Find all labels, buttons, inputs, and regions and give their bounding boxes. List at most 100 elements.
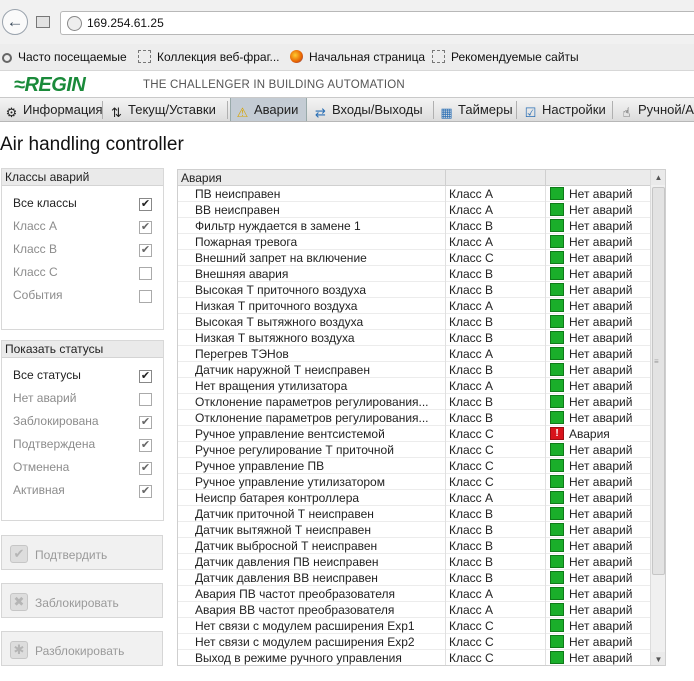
tab-settings[interactable]: ☑ Настройки	[519, 98, 611, 121]
table-row[interactable]: ВВ неисправен Класс А Нет аварий	[178, 202, 650, 218]
page-icon	[138, 50, 151, 63]
table-row[interactable]: Перегрев ТЭНов Класс А Нет аварий	[178, 346, 650, 362]
table-row[interactable]: Высокая Т вытяжного воздуха Класс В Нет ав…	[178, 314, 650, 330]
chart-icon: ⇅	[111, 105, 122, 120]
bookmark-webslices[interactable]: Коллекция веб-фраг...	[138, 50, 280, 64]
status-blocked-checkbox[interactable]: ✔	[139, 416, 152, 429]
table-row[interactable]: Ручное регулирование Т приточной Класс С Н…	[178, 442, 650, 458]
alarm-status: Нет аварий	[569, 459, 633, 473]
table-row[interactable]: Датчик давления ПВ неисправен Класс В Нет …	[178, 554, 650, 570]
block-button[interactable]: ✖ Заблокировать	[1, 583, 163, 618]
back-arrow-icon: ←	[6, 12, 24, 31]
table-row[interactable]: Выход в режиме ручного управления Класс С…	[178, 650, 650, 665]
page-title: Air handling controller	[0, 134, 184, 155]
table-row[interactable]: Фильтр нуждается в замене 1 Класс В Нет ав…	[178, 218, 650, 234]
ok-status-icon	[550, 331, 564, 344]
ok-status-icon	[550, 443, 564, 456]
table-row[interactable]: Неиспр батарея контроллера Класс А Нет ава…	[178, 490, 650, 506]
class-all-checkbox[interactable]: ✔	[139, 198, 152, 211]
ok-status-icon	[550, 571, 564, 584]
alarm-status: Нет аварий	[569, 363, 633, 377]
alarm-class: Класс А	[449, 603, 494, 617]
tab-values[interactable]: ⇅ Текущ/Уставки	[105, 98, 225, 121]
table-row[interactable]: Ручное управление утилизатором Класс С Нет…	[178, 474, 650, 490]
table-row[interactable]: Отклонение параметров регулирования... Кл…	[178, 410, 650, 426]
tab-manual[interactable]: ☝ Ручной/А	[615, 98, 694, 121]
table-row[interactable]: Датчик наружной Т неисправен Класс В Нет а…	[178, 362, 650, 378]
alarm-status: Нет аварий	[569, 251, 633, 265]
table-row[interactable]: Авария ВВ частот преобразователя Класс А Н…	[178, 602, 650, 618]
browser-toolbar: ← 169.254.61.25	[0, 0, 694, 44]
table-row[interactable]: Авария ПВ частот преобразователя Класс А Н…	[178, 586, 650, 602]
alarm-name: Низкая Т вытяжного воздуха	[195, 331, 355, 345]
alarm-name: Отклонение параметров регулирования...	[195, 411, 429, 425]
ok-status-icon	[550, 219, 564, 232]
tab-info[interactable]: ⚙ Информация	[0, 98, 103, 121]
tab-io[interactable]: ⇄ Входы/Выходы	[309, 98, 432, 121]
table-row[interactable]: Ручное управление ПВ Класс С Нет аварий	[178, 458, 650, 474]
class-c-checkbox[interactable]	[139, 267, 152, 280]
alarm-name: Нет вращения утилизатора	[195, 379, 348, 393]
unblock-icon: ✱	[10, 641, 28, 659]
calendar-icon: ▦	[440, 105, 453, 120]
back-button[interactable]: ←	[2, 9, 28, 35]
bookmark-frequent[interactable]: Часто посещаемые	[2, 50, 127, 64]
class-c-label: Класс С	[13, 265, 58, 279]
scroll-up-icon[interactable]: ▲	[651, 170, 665, 185]
alarm-name: Отклонение параметров регулирования...	[195, 395, 429, 409]
alarm-status: Нет аварий	[569, 603, 633, 617]
ok-status-icon	[550, 267, 564, 280]
table-row[interactable]: Нет связи с модулем расширения Exp2 Класс…	[178, 634, 650, 650]
bookmark-homepage[interactable]: Начальная страница	[290, 50, 425, 64]
table-row[interactable]: Датчик приточной Т неисправен Класс В Нет …	[178, 506, 650, 522]
ok-status-icon	[550, 539, 564, 552]
bookmark-recommended[interactable]: Рекомендуемые сайты	[432, 50, 579, 64]
table-row[interactable]: Датчик вытяжной Т неисправен Класс В Нет а…	[178, 522, 650, 538]
panel-title: Классы аварий	[2, 169, 163, 186]
status-cancelled-checkbox[interactable]: ✔	[139, 462, 152, 475]
table-row[interactable]: Ручное управление вентсистемой Класс С! Ав…	[178, 426, 650, 442]
status-active-checkbox[interactable]: ✔	[139, 485, 152, 498]
alarm-class: Класс В	[449, 411, 494, 425]
unblock-button[interactable]: ✱ Разблокировать	[1, 631, 163, 666]
table-row[interactable]: Низкая Т приточного воздуха Класс А Нет ав…	[178, 298, 650, 314]
table-row[interactable]: Пожарная тревога Класс А Нет аварий	[178, 234, 650, 250]
events-checkbox[interactable]	[139, 290, 152, 303]
alarm-status: Нет аварий	[569, 379, 633, 393]
alarm-status: Нет аварий	[569, 523, 633, 537]
table-row[interactable]: Нет связи с модулем расширения Exp1 Класс…	[178, 618, 650, 634]
table-row[interactable]: ПВ неисправен Класс А Нет аварий	[178, 186, 650, 202]
table-row[interactable]: Нет вращения утилизатора Класс А Нет авари…	[178, 378, 650, 394]
alarm-class: Класс С	[449, 475, 494, 489]
status-none-checkbox[interactable]	[139, 393, 152, 406]
alarm-class: Класс В	[449, 315, 494, 329]
address-bar[interactable]: 169.254.61.25	[60, 11, 694, 35]
table-row[interactable]: Внешняя авария Класс В Нет аварий	[178, 266, 650, 282]
url-text[interactable]: 169.254.61.25	[87, 16, 164, 30]
class-a-checkbox[interactable]: ✔	[139, 221, 152, 234]
table-row[interactable]: Высокая Т приточного воздуха Класс В Нет а…	[178, 282, 650, 298]
alarm-class: Класс В	[449, 395, 494, 409]
confirm-button[interactable]: ✔ Подтвердить	[1, 535, 163, 570]
alarm-status: Нет аварий	[569, 507, 633, 521]
table-row[interactable]: Датчик давления ВВ неисправен Класс В Нет …	[178, 570, 650, 586]
table-row[interactable]: Внешний запрет на включение Класс С Нет ав…	[178, 250, 650, 266]
alarm-class: Класс В	[449, 219, 494, 233]
table-row[interactable]: Датчик выбросной Т неисправен Класс В Нет …	[178, 538, 650, 554]
table-row[interactable]: Низкая Т вытяжного воздуха Класс В Нет ава…	[178, 330, 650, 346]
scroll-thumb[interactable]	[652, 187, 665, 575]
alarm-classes-panel: Классы аварий Все классы ✔ Класс А ✔ Кла…	[1, 168, 164, 330]
tab-timers[interactable]: ▦ Таймеры	[435, 98, 515, 121]
table-row[interactable]: Отклонение параметров регулирования... Кл…	[178, 394, 650, 410]
class-b-checkbox[interactable]: ✔	[139, 244, 152, 257]
status-all-checkbox[interactable]: ✔	[139, 370, 152, 383]
alarm-status: Нет аварий	[569, 331, 633, 345]
vertical-scrollbar[interactable]: ▲ ≡ ▼	[650, 170, 665, 665]
tab-grid-icon[interactable]	[36, 16, 50, 28]
alarm-status: Нет аварий	[569, 395, 633, 409]
gear-icon: ⚙	[5, 105, 18, 120]
status-confirmed-checkbox[interactable]: ✔	[139, 439, 152, 452]
alarm-table: Авария ПВ неисправен Класс А Нет аварий ВВ …	[177, 169, 666, 666]
scroll-down-icon[interactable]: ▼	[651, 652, 665, 665]
tab-alarms[interactable]: ⚠ Аварии	[230, 98, 307, 121]
